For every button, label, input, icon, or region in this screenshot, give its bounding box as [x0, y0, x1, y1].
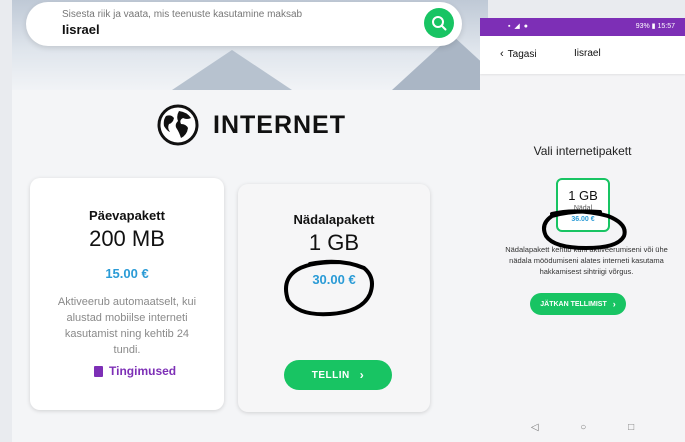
order-button[interactable]: TELLIN ›: [284, 360, 392, 390]
back-triangle-icon[interactable]: ◁: [531, 422, 539, 433]
order-label: TELLIN: [311, 369, 350, 381]
package-size: 1 GB: [308, 230, 360, 255]
back-button[interactable]: ‹ Tagasi: [500, 48, 537, 60]
terms-link[interactable]: Tingimused: [94, 364, 176, 378]
package-price: 36.00 €: [571, 216, 595, 223]
signal-icon: ▪ ◢ ●: [508, 23, 529, 30]
package-size: 200 MB: [89, 226, 165, 251]
chevron-right-icon: ›: [359, 368, 365, 382]
phone-heading: Vali internetipakett: [533, 144, 632, 158]
home-circle-icon[interactable]: ○: [580, 422, 586, 433]
terms-label: Tingimused: [109, 364, 177, 378]
package-size: 1 GB: [568, 188, 598, 203]
back-label: Tagasi: [507, 48, 537, 60]
chevron-right-icon: ›: [612, 299, 616, 309]
recents-square-icon[interactable]: □: [628, 422, 634, 433]
chevron-left-icon: ‹: [500, 48, 504, 60]
search-input[interactable]: Iisrael: [62, 22, 100, 37]
package-description: Aktiveerub automaatselt, kui alustad mob…: [57, 296, 197, 356]
desktop-page: Sisesta riik ja vaata, mis teenuste kasu…: [12, 0, 488, 442]
globe-icon: [157, 104, 199, 146]
mountain-decoration: [172, 50, 292, 90]
phone-screen: ▪ ◢ ● 93% ▮ 15:57 ‹ Tagasi Iisrael Vali …: [480, 18, 685, 442]
package-card-day[interactable]: Päevapakett 200 MB 15.00 € Aktiveerub au…: [30, 178, 224, 410]
page-title: INTERNET: [213, 110, 346, 139]
document-icon: [94, 365, 103, 377]
app-header: ‹ Tagasi Iisrael: [480, 36, 685, 74]
package-name: Nädal: [573, 205, 593, 212]
package-name: Nädalapakett: [293, 212, 375, 227]
continue-order-button[interactable]: JÄTKAN TELLIMIST ›: [530, 293, 626, 315]
package-price: 15.00 €: [105, 266, 149, 281]
search-icon: [432, 16, 447, 31]
package-card-week-mobile[interactable]: 1 GB Nädal 36.00 €: [556, 178, 610, 232]
package-card-week[interactable]: Nädalapakett 1 GB 30.00 € TELLIN ›: [238, 184, 430, 412]
continue-label: JÄTKAN TELLIMIST: [540, 300, 607, 308]
search-button[interactable]: [424, 8, 454, 38]
search-hint: Sisesta riik ja vaata, mis teenuste kasu…: [62, 9, 303, 20]
status-bar: ▪ ◢ ● 93% ▮ 15:57: [480, 18, 685, 36]
status-info: 93% ▮ 15:57: [635, 23, 675, 30]
package-description: Nädalapakett kehtib kuni aktiveerumiseni…: [505, 245, 668, 276]
app-title: Iisrael: [574, 48, 601, 59]
country-search-bar[interactable]: Sisesta riik ja vaata, mis teenuste kasu…: [26, 2, 462, 46]
android-nav-bar: ◁ ○ □: [480, 412, 685, 442]
section-heading: INTERNET: [157, 104, 346, 146]
package-name: Päevapakett: [89, 208, 165, 223]
package-price: 30.00 €: [312, 272, 356, 287]
